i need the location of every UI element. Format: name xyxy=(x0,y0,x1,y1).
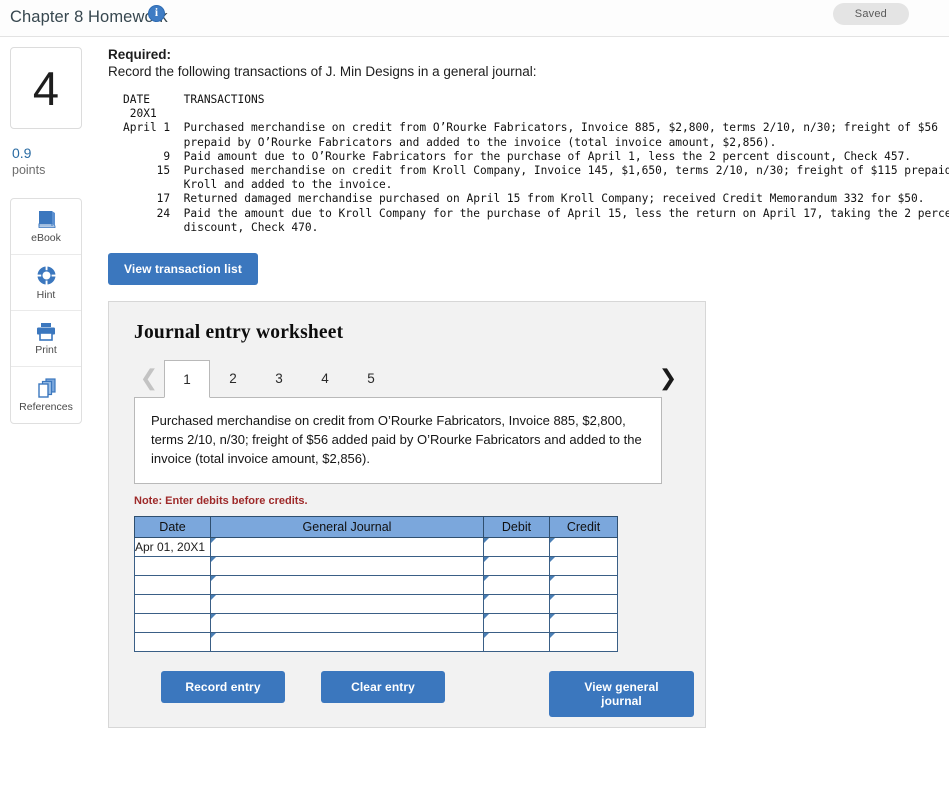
column-header-debit: Debit xyxy=(483,516,550,539)
tool-hint-label: Hint xyxy=(36,288,56,301)
tool-ebook-label: eBook xyxy=(31,232,61,245)
transactions-lines: April 1 Purchased merchandise on credit … xyxy=(123,121,949,234)
cell-credit-3[interactable] xyxy=(549,594,618,615)
column-header-credit: Credit xyxy=(549,516,618,539)
cell-gj-4[interactable] xyxy=(210,613,484,634)
info-icon[interactable]: i xyxy=(148,5,165,22)
journal-table: Date General Journal Debit Credit Apr 01… xyxy=(134,516,618,653)
tab-3[interactable]: 3 xyxy=(256,360,302,397)
cell-date-5[interactable] xyxy=(134,632,211,653)
cell-debit-0[interactable] xyxy=(483,537,550,558)
chevron-left-icon[interactable]: ❮ xyxy=(134,360,164,397)
chevron-right-icon[interactable]: ❯ xyxy=(653,360,683,397)
column-header-date: Date xyxy=(134,516,211,539)
tab-1[interactable]: 1 xyxy=(164,360,210,399)
required-heading: Required: xyxy=(108,47,172,62)
question-number: 4 xyxy=(10,47,82,129)
points-label: points xyxy=(12,162,46,177)
tool-references[interactable]: References xyxy=(11,367,81,423)
cell-credit-4[interactable] xyxy=(549,613,618,634)
cell-gj-1[interactable] xyxy=(210,556,484,577)
cell-date-3[interactable] xyxy=(134,594,211,615)
cell-debit-2[interactable] xyxy=(483,575,550,596)
required-text: Record the following transactions of J. … xyxy=(108,64,537,79)
tool-print-label: Print xyxy=(35,343,57,356)
tool-list: eBook Hint Print References xyxy=(10,198,82,425)
cell-debit-5[interactable] xyxy=(483,632,550,653)
top-bar: Chapter 8 Homework i Saved xyxy=(0,0,949,37)
cell-date-1[interactable] xyxy=(134,556,211,577)
column-header-general-journal: General Journal xyxy=(210,516,484,539)
table-row: Apr 01, 20X1 xyxy=(134,537,618,558)
cell-date-2[interactable] xyxy=(134,575,211,596)
table-row xyxy=(134,575,618,596)
tool-ebook[interactable]: eBook xyxy=(11,199,81,256)
table-header-row: Date General Journal Debit Credit xyxy=(134,516,618,539)
record-entry-button[interactable]: Record entry xyxy=(161,671,285,704)
status-badge: Saved xyxy=(832,3,909,25)
tool-references-label: References xyxy=(19,400,73,413)
cell-debit-1[interactable] xyxy=(483,556,550,577)
cell-debit-4[interactable] xyxy=(483,613,550,634)
printer-icon xyxy=(35,322,57,341)
cell-debit-3[interactable] xyxy=(483,594,550,615)
cell-gj-3[interactable] xyxy=(210,594,484,615)
worksheet-actions: Record entry Clear entry View general jo… xyxy=(134,671,694,718)
tab-5[interactable]: 5 xyxy=(348,360,394,397)
cell-gj-0[interactable] xyxy=(210,537,484,558)
view-transaction-list-button[interactable]: View transaction list xyxy=(108,253,258,286)
left-rail: 4 0.9 points eBook Hint Print References xyxy=(10,47,82,425)
cell-credit-2[interactable] xyxy=(549,575,618,596)
worksheet-title: Journal entry worksheet xyxy=(134,322,344,344)
cell-date-0[interactable]: Apr 01, 20X1 xyxy=(134,537,211,558)
tool-hint[interactable]: Hint xyxy=(11,255,81,312)
worksheet-tabs: ❮ 1 2 3 4 5 ❯ xyxy=(134,360,683,399)
view-general-journal-button[interactable]: View general journal xyxy=(549,671,694,718)
book-icon xyxy=(36,209,57,229)
cell-gj-5[interactable] xyxy=(210,632,484,653)
transactions-block: DATE TRANSACTIONS 20X1 April 1 Purchased… xyxy=(123,93,949,235)
pages-icon xyxy=(36,378,57,398)
journal-entry-worksheet: Journal entry worksheet ❮ 1 2 3 4 5 ❯ Pu… xyxy=(108,301,706,729)
transactions-year: 20X1 xyxy=(123,107,157,121)
entry-description: Purchased merchandise on credit from O’R… xyxy=(134,397,662,485)
table-row xyxy=(134,632,618,653)
main-content: Required: Record the following transacti… xyxy=(108,47,949,729)
debits-before-credits-note: Note: Enter debits before credits. xyxy=(134,495,308,508)
table-row xyxy=(134,594,618,615)
cell-credit-0[interactable] xyxy=(549,537,618,558)
cell-credit-5[interactable] xyxy=(549,632,618,653)
points-value: 0.9 xyxy=(12,145,32,161)
points-block: 0.9 points xyxy=(10,145,82,178)
transactions-header: DATE TRANSACTIONS xyxy=(123,93,265,106)
tab-2[interactable]: 2 xyxy=(210,360,256,397)
table-row xyxy=(134,613,618,634)
life-ring-icon xyxy=(36,265,57,286)
cell-date-4[interactable] xyxy=(134,613,211,634)
page-title: Chapter 8 Homework xyxy=(10,8,168,26)
clear-entry-button[interactable]: Clear entry xyxy=(321,671,445,704)
tool-print[interactable]: Print xyxy=(11,311,81,368)
cell-credit-1[interactable] xyxy=(549,556,618,577)
table-row xyxy=(134,556,618,577)
tab-4[interactable]: 4 xyxy=(302,360,348,397)
cell-gj-2[interactable] xyxy=(210,575,484,596)
